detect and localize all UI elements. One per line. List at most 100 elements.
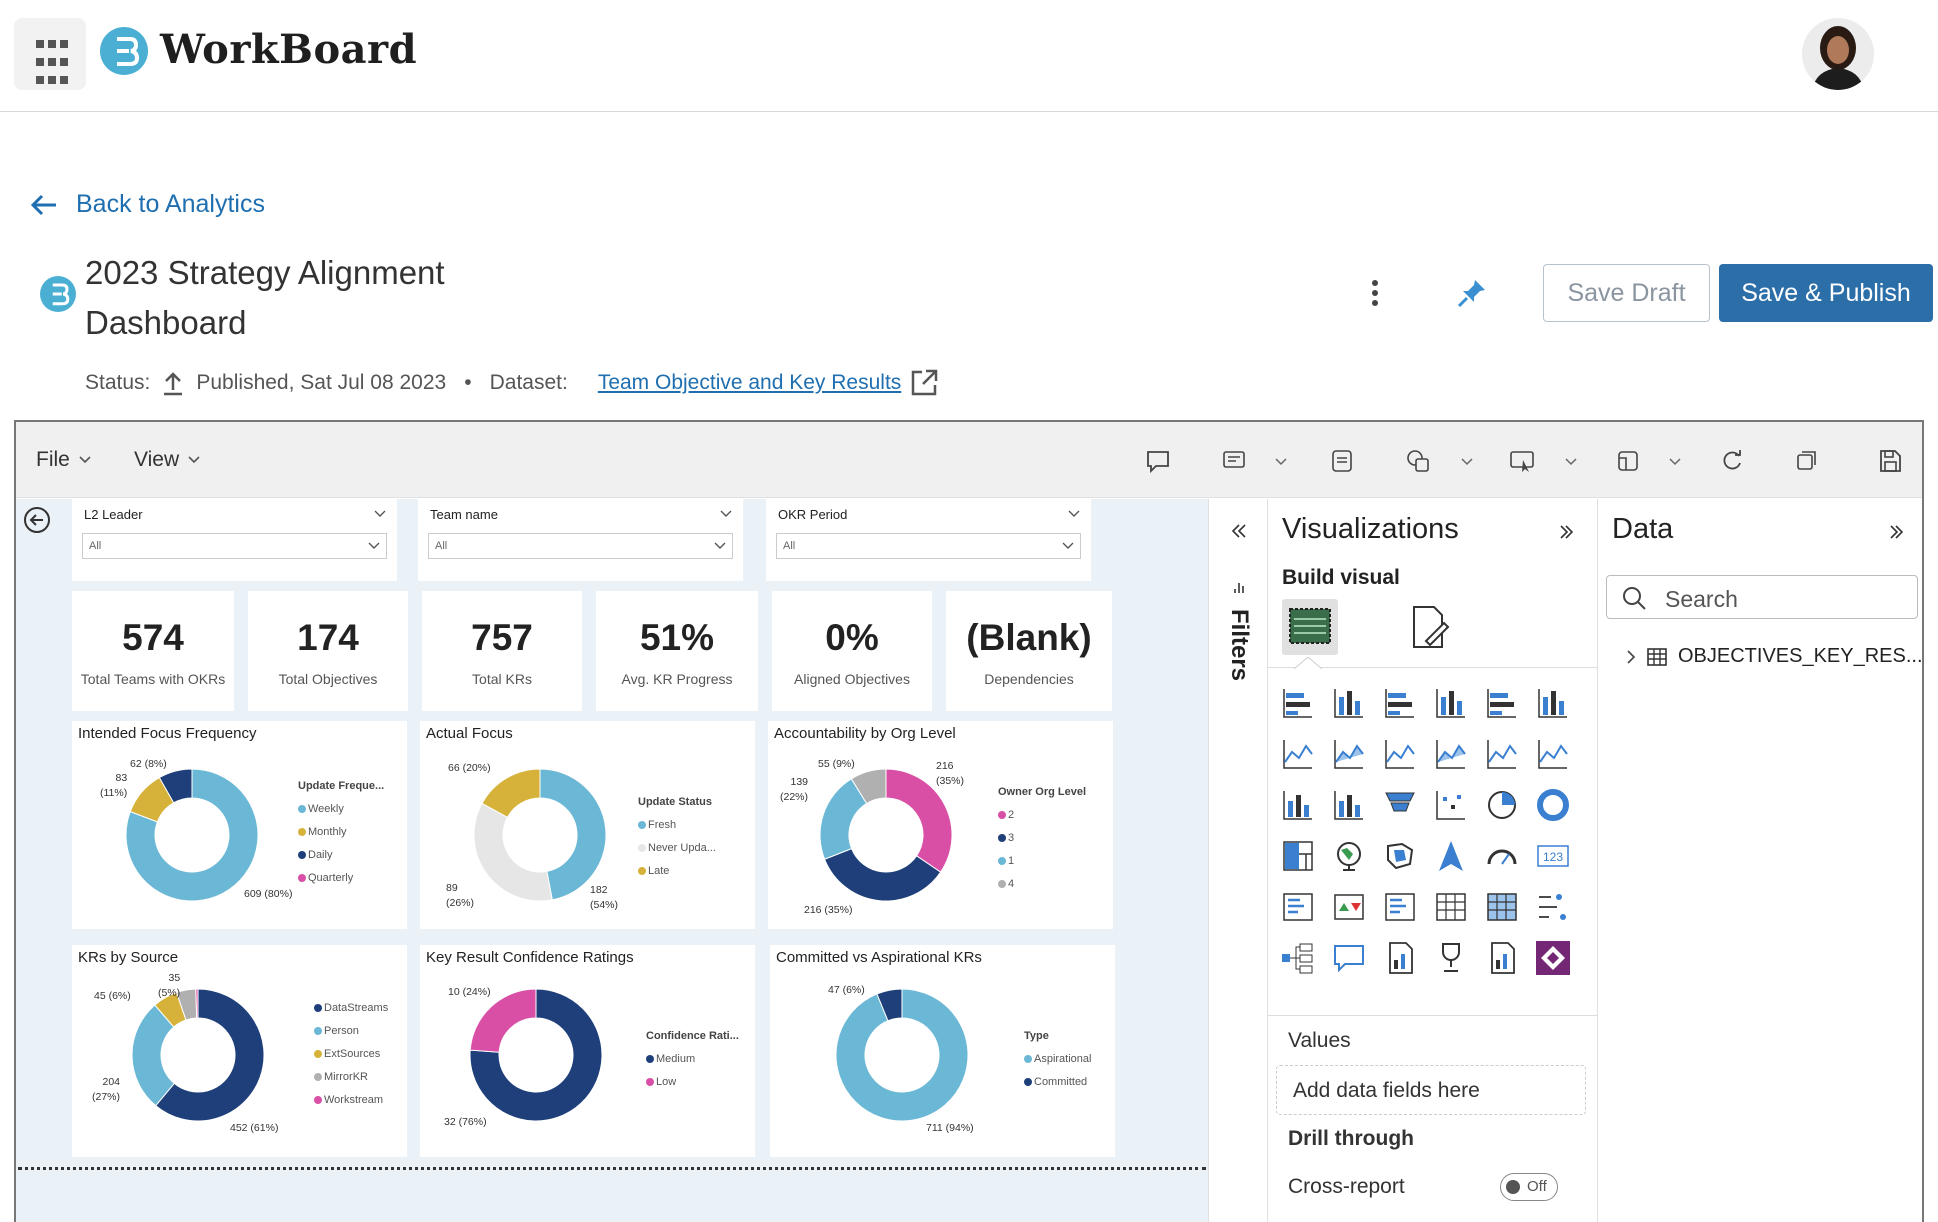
kpi-card[interactable]: (Blank) Dependencies [946,591,1112,711]
multi-row-card-icon[interactable] [1280,889,1316,925]
table-tree-item[interactable]: OBJECTIVES_KEY_RES... [1626,645,1923,668]
legend-item[interactable]: Workstream [314,1089,388,1112]
legend-item[interactable]: Aspirational [1024,1048,1091,1071]
stacked-bar-icon[interactable] [1280,685,1316,721]
save-draft-button[interactable]: Save Draft [1543,264,1710,322]
smart-narrative-icon[interactable] [1382,940,1418,976]
kpi-card[interactable]: 0% Aligned Objectives [772,591,932,711]
slicer-dropdown[interactable]: All [428,533,733,559]
gauge-icon[interactable] [1484,838,1520,874]
legend-item[interactable]: Monthly [298,821,384,844]
external-link-icon[interactable] [909,368,939,398]
legend-item[interactable]: Person [314,1020,388,1043]
legend-item[interactable]: ExtSources [314,1043,388,1066]
slicer-dropdown[interactable]: All [776,533,1081,559]
stacked-column-icon[interactable] [1331,685,1367,721]
dataset-link[interactable]: Team Objective and Key Results [598,371,901,395]
line-clustered-icon[interactable] [1535,736,1571,772]
waterfall-icon[interactable] [1331,787,1367,823]
power-apps-icon[interactable] [1535,940,1571,976]
map-icon[interactable] [1331,838,1367,874]
ribbon-chart-icon[interactable] [1280,787,1316,823]
donut-chart[interactable] [128,985,268,1125]
chart-accountability[interactable]: Accountability by Org Level Owner Org Le… [768,721,1113,929]
app-launcher-icon[interactable] [14,18,86,90]
legend-item[interactable]: Medium [646,1048,739,1071]
funnel-icon[interactable] [1382,787,1418,823]
back-circle-icon[interactable] [22,505,52,535]
slicer-icon[interactable] [1382,889,1418,925]
refresh-icon[interactable] [1718,447,1746,475]
card-icon[interactable]: 123 [1535,838,1571,874]
fields-tab-icon[interactable] [1282,599,1338,655]
chart-committed-aspirational[interactable]: Committed vs Aspirational KRs Type Aspir… [770,945,1115,1157]
chevron-double-right-icon[interactable] [1888,523,1904,541]
duplicate-icon[interactable] [1792,447,1820,475]
save-publish-button[interactable]: Save & Publish [1719,264,1933,322]
filled-map-icon[interactable] [1382,838,1418,874]
donut-chart[interactable] [832,985,972,1125]
slicer-okr-period[interactable]: OKR Period All [766,499,1091,581]
table-icon[interactable] [1433,889,1469,925]
kpi-icon[interactable] [1331,889,1367,925]
donut-chart[interactable] [122,765,262,905]
view-menu[interactable]: View [134,448,201,472]
cross-report-toggle[interactable]: Off [1500,1173,1558,1201]
chart-krs-by-source[interactable]: KRs by Source DataStreams Person ExtSour… [72,945,407,1157]
ribbon-area-icon[interactable] [1433,736,1469,772]
legend-item[interactable]: 3 [998,827,1086,850]
azure-map-icon[interactable] [1433,838,1469,874]
back-to-analytics-link[interactable]: Back to Analytics [30,190,265,219]
filters-pane-collapsed[interactable]: Filters [1208,499,1268,1222]
matrix-icon[interactable] [1484,889,1520,925]
pointer-icon[interactable] [1508,447,1536,475]
donut-chart-icon[interactable] [1535,787,1571,823]
legend-item[interactable]: Late [638,860,716,883]
chevron-down-icon[interactable] [1668,447,1682,475]
legend-item[interactable]: DataStreams [314,997,388,1020]
legend-item[interactable]: Weekly [298,798,384,821]
legend-item[interactable]: 1 [998,850,1086,873]
donut-chart[interactable] [816,765,956,905]
chevron-double-right-icon[interactable] [1558,523,1574,541]
clustered-bar-icon[interactable] [1382,685,1418,721]
chat-icon[interactable] [1220,447,1248,475]
chevron-right-icon[interactable] [1626,649,1636,665]
decomposition-tree-icon[interactable] [1280,940,1316,976]
kpi-card[interactable]: 757 Total KRs [422,591,582,711]
paginated-report-icon[interactable] [1484,940,1520,976]
visual-icon[interactable] [1614,447,1642,475]
chart-confidence-ratings[interactable]: Key Result Confidence Ratings Confidence… [420,945,755,1157]
stacked-area-icon[interactable] [1382,736,1418,772]
legend-item[interactable]: MirrorKR [314,1066,388,1089]
100-column-icon[interactable] [1535,685,1571,721]
user-avatar[interactable] [1802,18,1874,90]
chart-intended-focus[interactable]: Intended Focus Frequency Update Freque..… [72,721,407,929]
key-influencers-icon[interactable] [1535,889,1571,925]
legend-item[interactable]: Committed [1024,1071,1091,1094]
legend-item[interactable]: Daily [298,844,384,867]
chevron-down-icon[interactable] [1274,447,1288,475]
100-bar-icon[interactable] [1484,685,1520,721]
legend-item[interactable]: Low [646,1071,739,1094]
pie-chart-icon[interactable] [1484,787,1520,823]
legend-item[interactable]: 2 [998,804,1086,827]
donut-slice[interactable] [539,768,607,901]
more-options-icon[interactable] [1365,278,1385,308]
donut-slice[interactable] [473,802,553,902]
notes-icon[interactable] [1328,447,1356,475]
comment-icon[interactable] [1144,447,1172,475]
kpi-card[interactable]: 51% Avg. KR Progress [596,591,758,711]
legend-item[interactable]: 4 [998,873,1086,896]
kpi-card[interactable]: 574 Total Teams with OKRs [72,591,234,711]
shapes-icon[interactable] [1404,447,1432,475]
slicer-team-name[interactable]: Team name All [418,499,743,581]
chevron-down-icon[interactable] [1460,447,1474,475]
line-column-icon[interactable] [1484,736,1520,772]
pin-icon[interactable] [1455,276,1489,310]
line-chart-icon[interactable] [1280,736,1316,772]
slicer-dropdown[interactable]: All [82,533,387,559]
filters-label[interactable]: Filters [1225,609,1253,681]
values-drop-zone[interactable]: Add data fields here [1276,1065,1586,1115]
goals-icon[interactable] [1433,940,1469,976]
